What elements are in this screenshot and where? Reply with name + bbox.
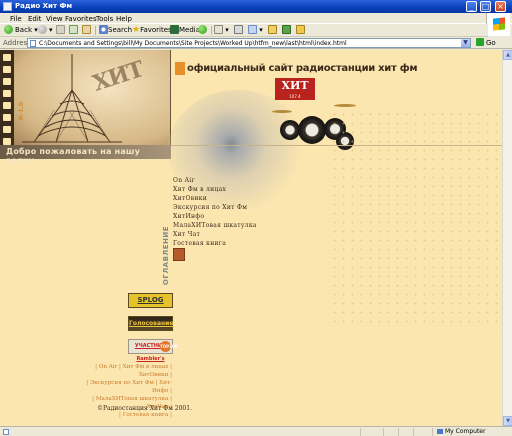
history-icon: [198, 25, 207, 34]
discuss-button[interactable]: [268, 25, 277, 36]
splog-button[interactable]: SPLOG: [128, 293, 173, 308]
close-button[interactable]: ×: [495, 1, 506, 12]
refresh-icon: [69, 25, 78, 34]
nav-malachite-box[interactable]: МалаХИТовая шкатулка: [173, 222, 313, 231]
toolbar: Back ▾ ▾ Search ★Favorites Media ▾ ▾: [0, 24, 488, 37]
ie-page-icon: [3, 2, 12, 11]
history-button[interactable]: [198, 25, 209, 36]
media-button[interactable]: Media: [170, 25, 200, 36]
mail-button[interactable]: ▾: [214, 25, 229, 36]
footer-link-guestbook[interactable]: Гостевая книга: [123, 412, 169, 418]
print-button[interactable]: [234, 25, 243, 36]
menu-file[interactable]: File: [10, 15, 22, 23]
footer-link-malachite[interactable]: МалаХИТовая шкатулка: [96, 396, 169, 402]
home-button[interactable]: [82, 25, 91, 36]
copyright: ©Радиостанция Хит Фм 2001.: [97, 405, 192, 412]
menu-edit[interactable]: Edit: [28, 15, 42, 23]
edit-button[interactable]: ▾: [248, 25, 263, 36]
toolbar-separator: [95, 26, 96, 35]
tower-photo: ХИТ К-1.0: [14, 50, 171, 145]
footer-link-on-air[interactable]: On Air: [99, 364, 117, 370]
stop-icon: [56, 25, 65, 34]
footer-link-hitoviki[interactable]: ХитОвики: [139, 372, 169, 378]
forward-button[interactable]: ▾: [38, 25, 53, 36]
print-icon: [234, 25, 243, 34]
home-icon: [82, 25, 91, 34]
page-viewport: ХИТ К-1.0 официальный сайт радиостанции …: [0, 50, 502, 426]
welcome-text: Добро пожаловать на нашу волну: [6, 147, 141, 165]
heading-marker: [175, 62, 185, 75]
vote-button[interactable]: Голосование: [128, 316, 173, 331]
messenger-button[interactable]: [282, 25, 291, 36]
windows-logo-icon: [486, 13, 510, 36]
menu-favorites[interactable]: Favorites: [65, 15, 97, 23]
vertical-scrollbar[interactable]: ▲ ▼: [502, 50, 512, 426]
toolbar-separator: [211, 26, 212, 35]
footer-link-excursion[interactable]: Экскурсия по Хит Фм: [90, 380, 154, 386]
computer-icon: [437, 429, 443, 434]
nav-marker: [173, 248, 185, 261]
menu-help[interactable]: Help: [116, 15, 132, 23]
stop-button[interactable]: [56, 25, 65, 36]
search-button[interactable]: Search: [99, 25, 132, 36]
top100-badge: TOP100: [160, 341, 177, 352]
search-icon: [99, 25, 108, 34]
station-logo: ХИТ 107.4: [275, 78, 315, 100]
address-input[interactable]: [39, 39, 459, 47]
go-arrow-icon: [476, 38, 484, 46]
back-button[interactable]: Back ▾: [4, 25, 38, 36]
mail-icon: [214, 25, 223, 34]
go-button[interactable]: Go: [476, 38, 510, 48]
refresh-button[interactable]: [69, 25, 78, 36]
dot-pattern: [330, 110, 502, 330]
nav-on-air[interactable]: On Air: [173, 177, 313, 186]
address-dropdown-icon[interactable]: ▼: [461, 39, 470, 47]
address-field[interactable]: ▼: [27, 38, 471, 48]
scroll-down-icon[interactable]: ▼: [503, 416, 512, 426]
minimize-button[interactable]: _: [466, 1, 477, 12]
security-zone: My Computer: [437, 428, 485, 435]
status-bar: My Computer: [0, 426, 512, 436]
nav-section-label: ОГЛАВЛЕНИЕ: [162, 226, 170, 286]
site-heading: официальный сайт радиостанции хит фм: [187, 63, 418, 74]
nav-hit-fm-faces[interactable]: Хит Фм в лицах: [173, 186, 313, 195]
footer-link-faces[interactable]: Хит Фм в лицах: [123, 364, 169, 370]
nav-excursion[interactable]: Экскурсия по Хит Фм: [173, 204, 313, 213]
nav-hit-chat[interactable]: Хит Чат: [173, 231, 313, 240]
filmstrip-decoration: [0, 50, 14, 145]
discuss-icon: [268, 25, 277, 34]
scroll-up-icon[interactable]: ▲: [503, 50, 512, 60]
forward-arrow-icon: [38, 25, 47, 34]
footer-link-hitinfo[interactable]: Хит-Инфо: [152, 380, 172, 394]
main-nav: On Air Хит Фм в лицах ХитОвики Экскурсия…: [173, 177, 313, 249]
address-bar: Address ▼ Go: [0, 37, 512, 49]
menu-tools[interactable]: Tools: [96, 15, 113, 23]
messenger-icon: [282, 25, 291, 34]
menu-bar: File Edit View Favorites Tools Help: [0, 13, 512, 24]
research-icon: [296, 25, 305, 34]
nav-hitoviki[interactable]: ХитОвики: [173, 195, 313, 204]
menu-view[interactable]: View: [46, 15, 63, 23]
window-titlebar: Радио Хит Фм _ □ ×: [0, 0, 512, 13]
nav-hitinfo[interactable]: ХитИнфо: [173, 213, 313, 222]
window-title: Радио Хит Фм: [15, 2, 73, 10]
media-icon: [170, 25, 179, 34]
favorites-button[interactable]: ★Favorites: [132, 25, 172, 36]
nav-guestbook[interactable]: Гостевая книга: [173, 240, 313, 249]
back-arrow-icon: [4, 25, 13, 34]
edit-icon: [248, 25, 257, 34]
page-icon: [30, 40, 36, 47]
research-button[interactable]: [296, 25, 305, 36]
welcome-bar: Добро пожаловать на нашу волну: [0, 145, 171, 165]
photo-side-code: К-1.0: [18, 102, 25, 121]
rambler-top100-button[interactable]: УЧАСТНИК Rambler's TOP100: [128, 339, 177, 362]
star-icon: ★: [132, 25, 141, 35]
maximize-button[interactable]: □: [480, 1, 491, 12]
status-page-icon: [3, 429, 9, 435]
